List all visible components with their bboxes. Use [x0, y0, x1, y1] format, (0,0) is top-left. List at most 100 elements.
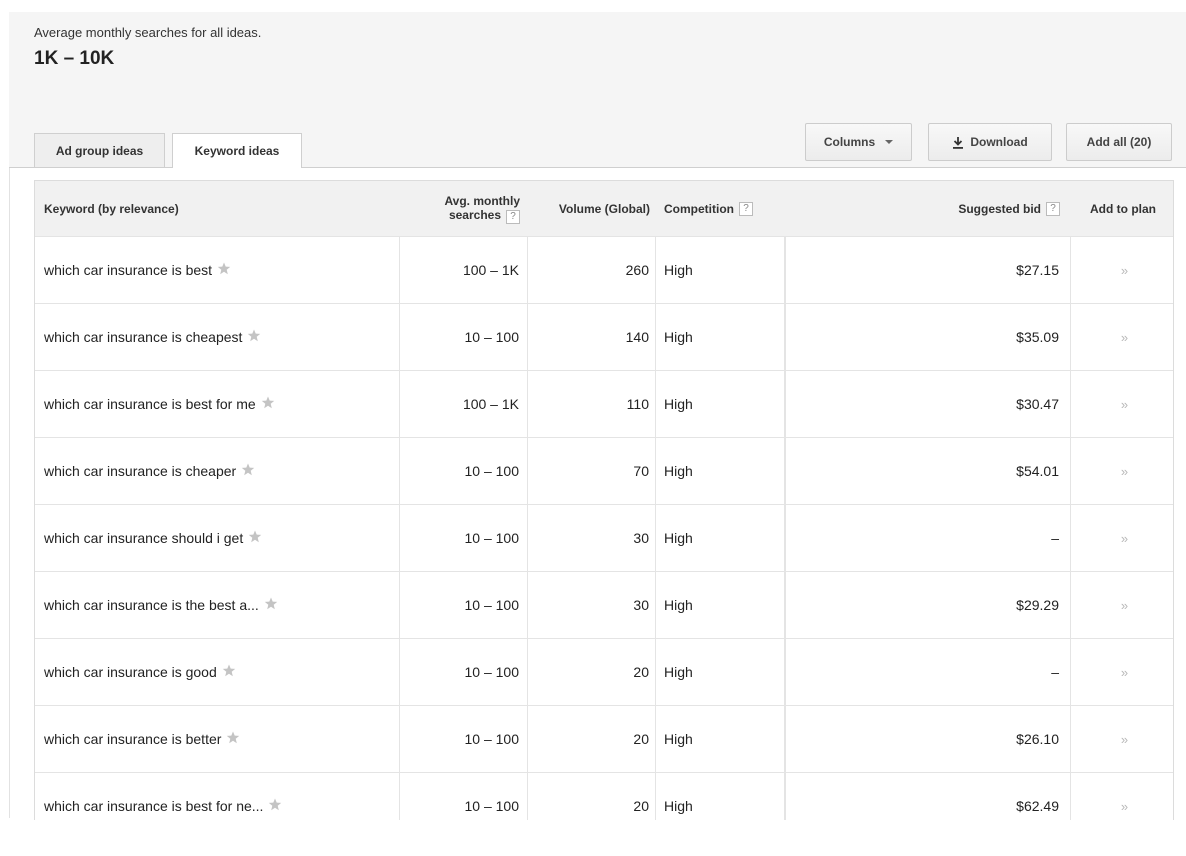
competition-cell: High: [656, 237, 785, 303]
keyword-cell: which car insurance is cheapest: [35, 304, 400, 370]
header-competition[interactable]: Competition?: [656, 181, 785, 236]
suggested-bid-cell: $35.09: [785, 304, 1071, 370]
star-icon[interactable]: [226, 731, 240, 747]
volume-cell: 30: [528, 572, 656, 638]
volume-cell: 20: [528, 639, 656, 705]
avg-searches-cell: 100 – 1K: [400, 237, 528, 303]
suggested-bid-cell: –: [785, 639, 1071, 705]
volume-cell: 110: [528, 371, 656, 437]
table-row: which car insurance is the best a... 10 –…: [35, 571, 1173, 638]
suggested-bid-cell: $29.29: [785, 572, 1071, 638]
table-header: Keyword (by relevance) Avg. monthly sear…: [35, 181, 1173, 236]
keyword-text: which car insurance is best: [44, 262, 213, 278]
star-icon[interactable]: [241, 463, 255, 479]
add-to-plan-icon[interactable]: »: [1121, 464, 1128, 479]
add-to-plan-cell: »: [1071, 505, 1173, 571]
keyword-text: which car insurance should i get: [44, 530, 244, 546]
add-to-plan-icon[interactable]: »: [1121, 330, 1128, 345]
add-to-plan-cell: »: [1071, 706, 1173, 772]
suggested-bid-cell: $26.10: [785, 706, 1071, 772]
volume-cell: 20: [528, 706, 656, 772]
columns-button[interactable]: Columns: [805, 123, 912, 161]
keyword-cell: which car insurance is good: [35, 639, 400, 705]
header-keyword[interactable]: Keyword (by relevance): [35, 181, 400, 236]
keyword-text: which car insurance is cheaper: [44, 463, 237, 479]
competition-cell: High: [656, 639, 785, 705]
download-button[interactable]: Download: [928, 123, 1052, 161]
suggested-bid-cell: $62.49: [785, 773, 1071, 820]
tab-keyword-ideas[interactable]: Keyword ideas: [172, 133, 302, 168]
star-icon[interactable]: [247, 329, 261, 345]
add-to-plan-cell: »: [1071, 773, 1173, 820]
download-label: Download: [970, 135, 1028, 149]
help-icon[interactable]: ?: [506, 209, 520, 224]
suggested-bid-cell: $54.01: [785, 438, 1071, 504]
header-suggested-bid[interactable]: Suggested bid?: [785, 181, 1071, 236]
keyword-text: which car insurance is cheapest: [44, 329, 243, 345]
header-add-to-plan: Add to plan: [1090, 201, 1156, 216]
star-icon[interactable]: [261, 396, 275, 412]
avg-searches-cell: 10 – 100: [400, 572, 528, 638]
avg-searches-cell: 10 – 100: [400, 706, 528, 772]
star-icon[interactable]: [264, 597, 278, 613]
keyword-cell: which car insurance is best for me: [35, 371, 400, 437]
competition-cell: High: [656, 706, 785, 772]
header-bid-label: Suggested bid: [958, 201, 1041, 216]
add-to-plan-icon[interactable]: »: [1121, 397, 1128, 412]
volume-cell: 260: [528, 237, 656, 303]
keyword-text: which car insurance is best for me: [44, 396, 256, 412]
header-volume[interactable]: Volume (Global): [528, 181, 656, 236]
star-icon[interactable]: [217, 262, 231, 278]
add-to-plan-icon[interactable]: »: [1121, 598, 1128, 613]
add-to-plan-icon[interactable]: »: [1121, 665, 1128, 680]
suggested-bid-cell: $27.15: [785, 237, 1071, 303]
star-icon[interactable]: [268, 798, 282, 814]
caret-down-icon: [885, 140, 894, 144]
add-to-plan-cell: »: [1071, 371, 1173, 437]
tab-ad-group-ideas[interactable]: Ad group ideas: [34, 133, 165, 167]
volume-cell: 140: [528, 304, 656, 370]
competition-cell: High: [656, 505, 785, 571]
avg-searches-cell: 10 – 100: [400, 773, 528, 820]
avg-searches-cell: 10 – 100: [400, 505, 528, 571]
add-to-plan-icon[interactable]: »: [1121, 531, 1128, 546]
table-row: which car insurance is good 10 – 100 20 Hig…: [35, 638, 1173, 705]
avg-searches-cell: 100 – 1K: [400, 371, 528, 437]
volume-cell: 70: [528, 438, 656, 504]
header-avg-monthly[interactable]: Avg. monthly searches?: [400, 181, 528, 236]
keyword-cell: which car insurance is the best a...: [35, 572, 400, 638]
star-icon[interactable]: [222, 664, 236, 680]
add-to-plan-icon[interactable]: »: [1121, 263, 1128, 278]
summary-value: 1K – 10K: [34, 48, 115, 69]
table-row: which car insurance is cheaper 10 – 100 70…: [35, 437, 1173, 504]
avg-searches-cell: 10 – 100: [400, 639, 528, 705]
header-avg-line1: Avg. monthly: [444, 193, 520, 208]
add-to-plan-icon[interactable]: »: [1121, 799, 1128, 814]
volume-cell: 30: [528, 505, 656, 571]
keyword-cell: which car insurance is cheaper: [35, 438, 400, 504]
add-to-plan-icon[interactable]: »: [1121, 732, 1128, 747]
page-left-border: [9, 168, 10, 818]
competition-cell: High: [656, 371, 785, 437]
keyword-text: which car insurance is better: [44, 731, 222, 747]
suggested-bid-cell: $30.47: [785, 371, 1071, 437]
keyword-cell: which car insurance is best: [35, 237, 400, 303]
keyword-text: which car insurance is best for ne...: [44, 798, 264, 814]
add-all-button[interactable]: Add all (20): [1066, 123, 1172, 161]
volume-cell: 20: [528, 773, 656, 820]
keyword-cell: which car insurance is best for ne...: [35, 773, 400, 820]
competition-cell: High: [656, 773, 785, 820]
competition-cell: High: [656, 572, 785, 638]
suggested-bid-cell: –: [785, 505, 1071, 571]
table-row: which car insurance is cheapest 10 – 100 1…: [35, 303, 1173, 370]
help-icon[interactable]: ?: [739, 201, 753, 216]
table-row: which car insurance is best for me 100 – …: [35, 370, 1173, 437]
help-icon[interactable]: ?: [1046, 201, 1060, 216]
keyword-text: which car insurance is good: [44, 664, 217, 680]
table-row: which car insurance is better 10 – 100 20 H…: [35, 705, 1173, 772]
star-icon[interactable]: [248, 530, 262, 546]
table-row: which car insurance should i get 10 – 100…: [35, 504, 1173, 571]
keyword-text: which car insurance is the best a...: [44, 597, 259, 613]
keyword-cell: which car insurance should i get: [35, 505, 400, 571]
header-competition-label: Competition: [664, 201, 734, 216]
